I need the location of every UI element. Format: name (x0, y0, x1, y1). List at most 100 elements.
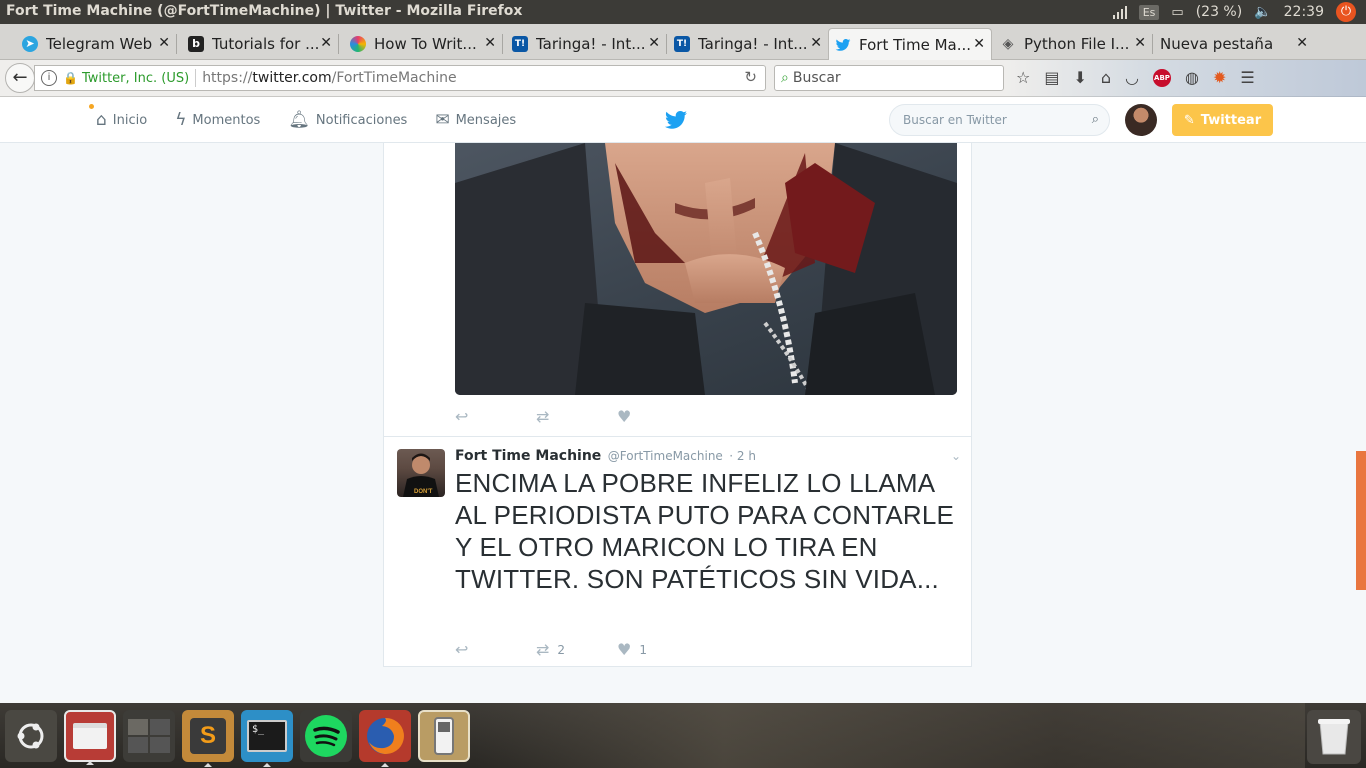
close-tab-icon[interactable]: ✕ (810, 35, 822, 51)
home-icon[interactable]: ⌂ (1101, 68, 1111, 87)
tab-telegram[interactable]: ➤ Telegram Web ✕ (16, 28, 176, 60)
navigation-toolbar: i 🔒 Twitter, Inc. (US) https://twitter.c… (0, 60, 1366, 97)
tab-how-to-write[interactable]: How To Writ... ✕ (344, 28, 502, 60)
telegram-icon: ➤ (22, 36, 38, 52)
tab-taringa-1[interactable]: T! Taringa! - Int... ✕ (506, 28, 666, 60)
twitter-logo-icon[interactable] (664, 108, 688, 132)
keyboard-layout-indicator[interactable]: Es (1138, 4, 1160, 20)
nav-moments[interactable]: ϟ Momentos (175, 110, 260, 130)
firefox-icon[interactable] (359, 710, 411, 767)
tab-python-file[interactable]: ◈ Python File I... ✕ (994, 28, 1152, 60)
reload-icon[interactable]: ↻ (744, 68, 757, 86)
bookmark-star-icon[interactable]: ☆ (1016, 68, 1030, 87)
twitter-header: ⌂ Inicio ϟ Momentos 🔔︎ Notificaciones ✉ … (0, 97, 1366, 143)
tab-new-tab[interactable]: Nueva pestaña ✕ (1154, 28, 1314, 60)
nav-home-label: Inicio (112, 112, 148, 128)
twitter-nav: ⌂ Inicio ϟ Momentos 🔔︎ Notificaciones ✉ … (89, 97, 516, 143)
avatar-image: DON'T (403, 453, 439, 497)
sublime-text-icon[interactable]: S (182, 710, 234, 767)
nav-home[interactable]: ⌂ Inicio (89, 104, 148, 130)
tweet-author-avatar[interactable]: DON'T (397, 449, 445, 497)
b-icon: b (188, 36, 204, 52)
tweet-media-photo[interactable] (455, 143, 957, 395)
battery-icon[interactable]: ▭ (1171, 5, 1183, 20)
menu-icon[interactable]: ☰ (1240, 68, 1254, 87)
nav-moments-label: Momentos (192, 112, 261, 128)
scrollbar-thumb[interactable] (1356, 451, 1366, 590)
addon-flame-icon[interactable]: ✹ (1213, 68, 1226, 87)
addon-fingerprint-icon[interactable]: ◍ (1185, 68, 1199, 87)
page-info-icon[interactable]: i (41, 70, 57, 86)
retweet-button[interactable]: ⇄ (536, 407, 617, 426)
phone-app-icon[interactable] (418, 710, 470, 762)
reply-button[interactable]: ↩ (455, 640, 536, 659)
workspace-switcher-icon[interactable] (123, 710, 175, 762)
tweet-item[interactable]: DON'T Fort Time Machine @FortTimeMachine… (384, 436, 971, 666)
envelope-icon: ✉ (435, 110, 450, 130)
user-avatar[interactable] (1125, 104, 1157, 136)
close-tab-icon[interactable]: ✕ (484, 35, 496, 51)
like-button[interactable]: ♥ 1 (617, 640, 698, 659)
retweet-icon: ⇄ (536, 407, 550, 426)
photo-man-shush (455, 143, 957, 395)
media-tweet-actions: ↩ ⇄ ♥ (455, 407, 698, 426)
nav-notifications[interactable]: 🔔︎ Notificaciones (288, 110, 407, 130)
close-tab-icon[interactable]: ✕ (320, 35, 332, 51)
back-button[interactable]: ← (5, 63, 35, 93)
tweet-options-chevron-down-icon[interactable]: ⌄ (951, 449, 961, 463)
system-gear-icon[interactable]: ⏻ (1336, 2, 1356, 22)
battery-percentage: (23 %) (1195, 4, 1243, 20)
tweet-button[interactable]: ✎ Twittear (1172, 104, 1273, 136)
trash-icon[interactable] (1307, 710, 1361, 764)
download-icon[interactable]: ⬇ (1073, 68, 1086, 87)
reading-list-icon[interactable]: ▤ (1044, 68, 1059, 87)
search-icon[interactable]: ⌕ (1092, 112, 1099, 127)
files-app-icon[interactable] (64, 710, 116, 765)
tab-label: Fort Time Ma... (859, 35, 972, 54)
url-text[interactable]: https://twitter.com/FortTimeMachine (202, 70, 456, 86)
tab-tutorials[interactable]: b Tutorials for ... ✕ (182, 28, 338, 60)
bell-icon: 🔔︎ (288, 110, 310, 130)
twitter-search-input[interactable]: Buscar en Twitter ⌕ (889, 104, 1110, 136)
taringa-icon: T! (512, 36, 528, 52)
tweet-time[interactable]: · 2 h (729, 449, 756, 463)
compose-icon: ✎ (1183, 112, 1195, 128)
notification-dot (89, 104, 94, 109)
tweet-author-handle[interactable]: @FortTimeMachine (608, 449, 723, 463)
close-tab-icon[interactable]: ✕ (158, 35, 170, 51)
spotify-icon[interactable] (300, 710, 352, 762)
network-signal-icon[interactable] (1112, 5, 1127, 19)
close-tab-icon[interactable]: ✕ (1134, 35, 1146, 51)
nav-messages[interactable]: ✉ Mensajes (435, 110, 516, 130)
volume-icon[interactable]: 🔈 (1254, 4, 1271, 20)
close-tab-icon[interactable]: ✕ (973, 36, 985, 52)
pocket-icon[interactable]: ◡ (1125, 68, 1139, 87)
site-identity[interactable]: Twitter, Inc. (US) (82, 71, 189, 86)
tab-label: Python File I... (1024, 35, 1130, 53)
ubuntu-logo-icon[interactable] (5, 710, 57, 762)
system-indicators: Es ▭ (23 %) 🔈 22:39 ⏻ (1112, 0, 1366, 24)
tab-taringa-2[interactable]: T! Taringa! - Int... ✕ (668, 28, 828, 60)
adblock-icon[interactable]: ABP (1153, 68, 1171, 87)
browser-search-placeholder: Buscar (792, 70, 841, 86)
url-bar[interactable]: i 🔒 Twitter, Inc. (US) https://twitter.c… (34, 65, 766, 91)
close-tab-icon[interactable]: ✕ (1296, 35, 1308, 51)
reply-button[interactable]: ↩ (455, 407, 536, 426)
nav-notifications-label: Notificaciones (315, 112, 408, 128)
tab-fort-time-machine[interactable]: Fort Time Ma... ✕ (828, 28, 992, 60)
terminal-icon[interactable]: $_ (241, 710, 293, 767)
twitter-search-placeholder: Buscar en Twitter (903, 113, 1007, 127)
like-count: 1 (639, 642, 647, 657)
lock-icon[interactable]: 🔒 (63, 71, 78, 85)
clock[interactable]: 22:39 (1284, 4, 1324, 20)
close-tab-icon[interactable]: ✕ (648, 35, 660, 51)
like-button[interactable]: ♥ (617, 407, 698, 426)
search-engine-icon[interactable]: ⌕ (781, 70, 789, 86)
tab-strip: ➤ Telegram Web ✕ b Tutorials for ... ✕ H… (0, 24, 1366, 60)
timeline: ↩ ⇄ ♥ DON'T Fort Time Machine @FortTimeM… (383, 143, 972, 667)
nav-messages-label: Mensajes (455, 112, 517, 128)
browser-search-input[interactable]: ⌕ Buscar (774, 65, 1004, 91)
tweet-author-name[interactable]: Fort Time Machine (455, 448, 601, 464)
tab-label: Nueva pestaña (1160, 35, 1274, 53)
retweet-button[interactable]: ⇄ 2 (536, 640, 617, 659)
